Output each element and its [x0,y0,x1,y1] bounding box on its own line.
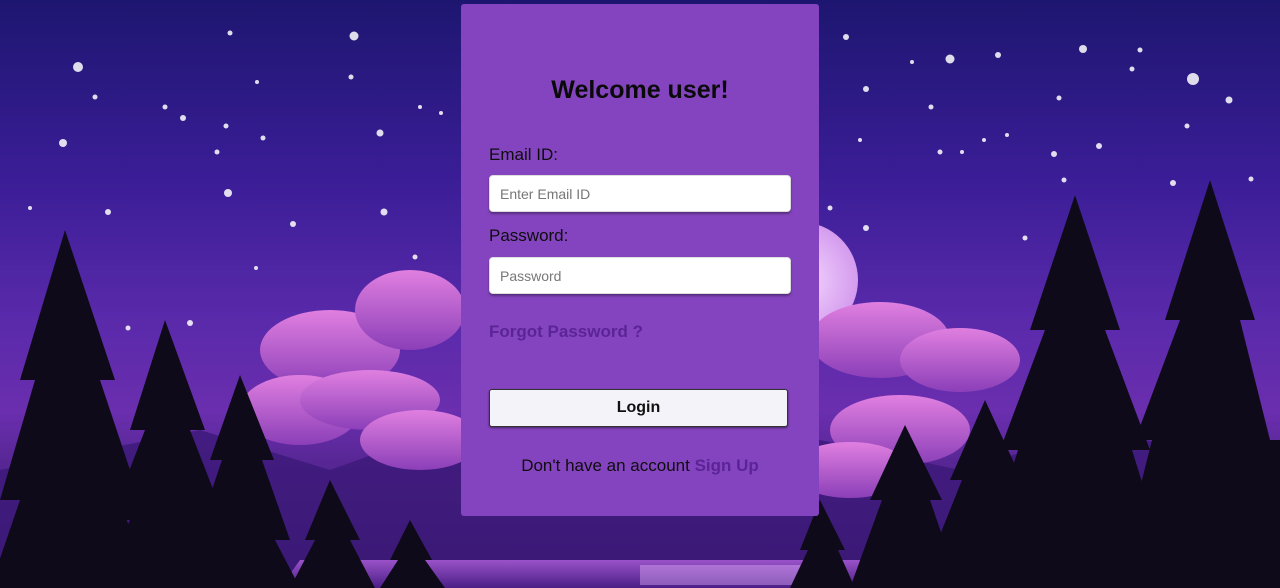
email-label: Email ID: [489,145,558,164]
login-card: Welcome user! Email ID: Password: Forgot… [461,4,819,516]
signup-link[interactable]: Sign Up [695,456,759,475]
email-input[interactable] [489,175,791,212]
forgot-password-link[interactable]: Forgot Password ? [489,322,643,342]
login-button[interactable]: Login [489,389,788,427]
welcome-title: Welcome user! [551,76,729,104]
password-label: Password: [489,226,569,245]
signup-prompt: Don't have an account [521,456,690,475]
signup-row: Don't have an account Sign Up [461,456,819,476]
password-input[interactable] [489,257,791,294]
